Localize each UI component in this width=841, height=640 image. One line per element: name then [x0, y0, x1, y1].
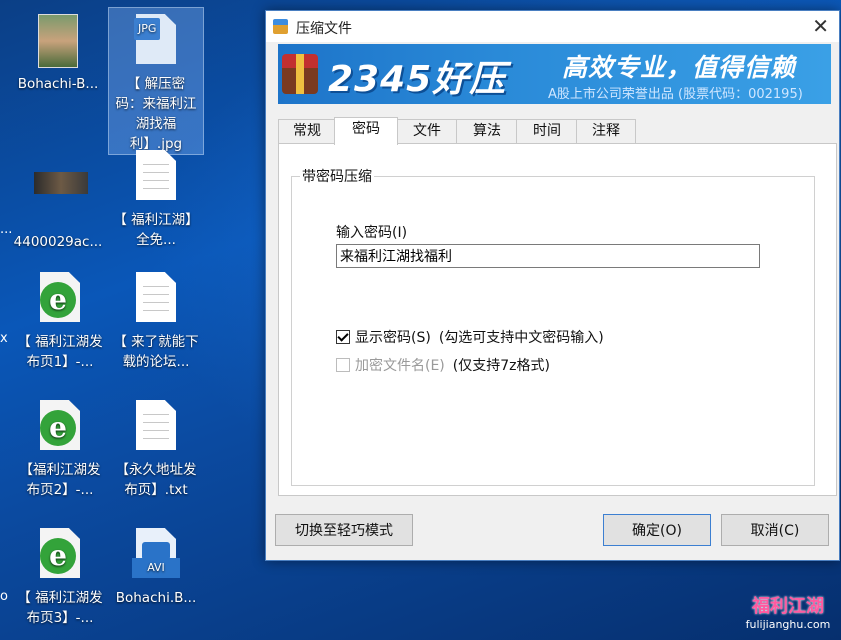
checkbox-checked-icon[interactable] [336, 330, 350, 344]
desktop-icon-label: 【 福利江湖】全免... [113, 212, 199, 248]
jpg-badge: JPG [134, 18, 161, 40]
switch-mode-button[interactable]: 切换至轻巧模式 [275, 514, 413, 546]
edge-fragment: o [0, 589, 8, 604]
watermark-url: fulijianghu.com [745, 618, 831, 631]
haozip-app-icon [273, 19, 288, 34]
desktop-icon-ie-shortcut-3[interactable]: e 【 福利江湖发布页3】-... [13, 522, 107, 628]
ok-button[interactable]: 确定(O) [603, 514, 711, 546]
desktop-icon-label: 【福利江湖发布页2】-... [19, 462, 101, 498]
avi-file-icon: AVI [132, 528, 180, 584]
desktop-icon-txt-file[interactable]: 【永久地址发布页】.txt [109, 394, 203, 500]
banner-brand: 2345好压 [328, 59, 507, 100]
ie-shortcut-icon: e [36, 400, 84, 456]
close-icon[interactable]: ✕ [812, 14, 829, 38]
desktop-icon-avi-file[interactable]: AVI Bohachi.B... [109, 522, 203, 608]
tab-general[interactable]: 常规 [278, 119, 336, 143]
banner-subtitle: A股上市公司荣誉出品 (股票代码：002195) [548, 87, 803, 102]
desktop-icon-label: 【 福利江湖发布页3】-... [17, 590, 103, 626]
desktop-icon-ie-shortcut-1[interactable]: e 【 福利江湖发布页1】-... [13, 266, 107, 372]
desktop-icon-text-file-2[interactable]: 【 来了就能下载的论坛... [109, 266, 203, 372]
site-watermark: 福利江湖 fulijianghu.com [738, 592, 838, 638]
ie-shortcut-icon: e [36, 528, 84, 584]
password-label: 输入密码(I) [336, 225, 408, 241]
desktop-icon-ie-shortcut-2[interactable]: e 【福利江湖发布页2】-... [13, 394, 107, 500]
avi-badge: AVI [132, 558, 180, 578]
cancel-button[interactable]: 取消(C) [721, 514, 829, 546]
tab-algorithm[interactable]: 算法 [456, 119, 518, 143]
password-tab-panel: 带密码压缩 输入密码(I) 显示密码(S) (勾选可支持中文密码输入) 加密文件… [278, 143, 837, 496]
watermark-title: 福利江湖 [752, 596, 824, 617]
text-file-icon [132, 150, 180, 206]
show-password-checkbox[interactable]: 显示密码(S) (勾选可支持中文密码输入) [336, 327, 604, 347]
checkbox-unchecked-icon [336, 358, 350, 372]
text-file-icon [132, 272, 180, 328]
desktop-icon-label: 【永久地址发布页】.txt [115, 462, 197, 498]
video-thumbnail-icon [34, 172, 88, 228]
edge-fragment: x [0, 331, 8, 346]
tab-password[interactable]: 密码 [334, 117, 398, 145]
show-password-label: 显示密码(S) [355, 330, 431, 346]
tab-time[interactable]: 时间 [516, 119, 578, 143]
compress-dialog: 压缩文件 ✕ 2345好压 高效专业，值得信赖 A股上市公司荣誉出品 (股票代码… [265, 10, 840, 561]
desktop-icon-bohachi-image[interactable]: Bohachi-B... [11, 8, 105, 94]
banner-slogan: 高效专业，值得信赖 [562, 53, 797, 82]
photo-thumbnail-icon [34, 14, 82, 70]
show-password-hint: (勾选可支持中文密码输入) [438, 330, 604, 346]
tab-comment[interactable]: 注释 [576, 119, 636, 143]
desktop-icon-label: Bohachi-B... [17, 76, 99, 92]
dialog-title: 压缩文件 [296, 21, 352, 37]
tab-files[interactable]: 文件 [396, 119, 458, 143]
ie-shortcut-icon: e [36, 272, 84, 328]
edge-fragment: ... [0, 222, 13, 237]
password-input[interactable] [336, 244, 760, 268]
dialog-titlebar[interactable]: 压缩文件 ✕ [266, 11, 839, 42]
desktop-icon-label: Bohachi.B... [115, 590, 197, 606]
desktop-icon-text-file[interactable]: 【 福利江湖】全免... [109, 144, 203, 250]
encrypt-filenames-checkbox: 加密文件名(E) (仅支持7z格式) [336, 355, 550, 375]
desktop-icon-video-file[interactable]: 4400029ac... [11, 158, 105, 252]
jpg-file-icon: JPG [132, 14, 180, 70]
archive-box-icon [282, 54, 318, 94]
desktop-icon-label: 【 解压密码：来福利江湖找福利】.jpg [115, 76, 197, 152]
brand-banner: 2345好压 高效专业，值得信赖 A股上市公司荣誉出品 (股票代码：002195… [278, 44, 831, 104]
groupbox-title: 带密码压缩 [300, 166, 374, 186]
encrypt-filenames-hint: (仅支持7z格式) [452, 358, 550, 374]
desktop-icon-label: 【 福利江湖发布页1】-... [17, 334, 103, 370]
desktop-icon-password-jpg[interactable]: JPG 【 解压密码：来福利江湖找福利】.jpg [108, 7, 204, 155]
desktop-icon-label: 【 来了就能下载的论坛... [113, 334, 199, 370]
text-file-icon [132, 400, 180, 456]
encrypt-filenames-label: 加密文件名(E) [355, 358, 445, 374]
desktop-icon-label: 4400029ac... [13, 234, 103, 250]
